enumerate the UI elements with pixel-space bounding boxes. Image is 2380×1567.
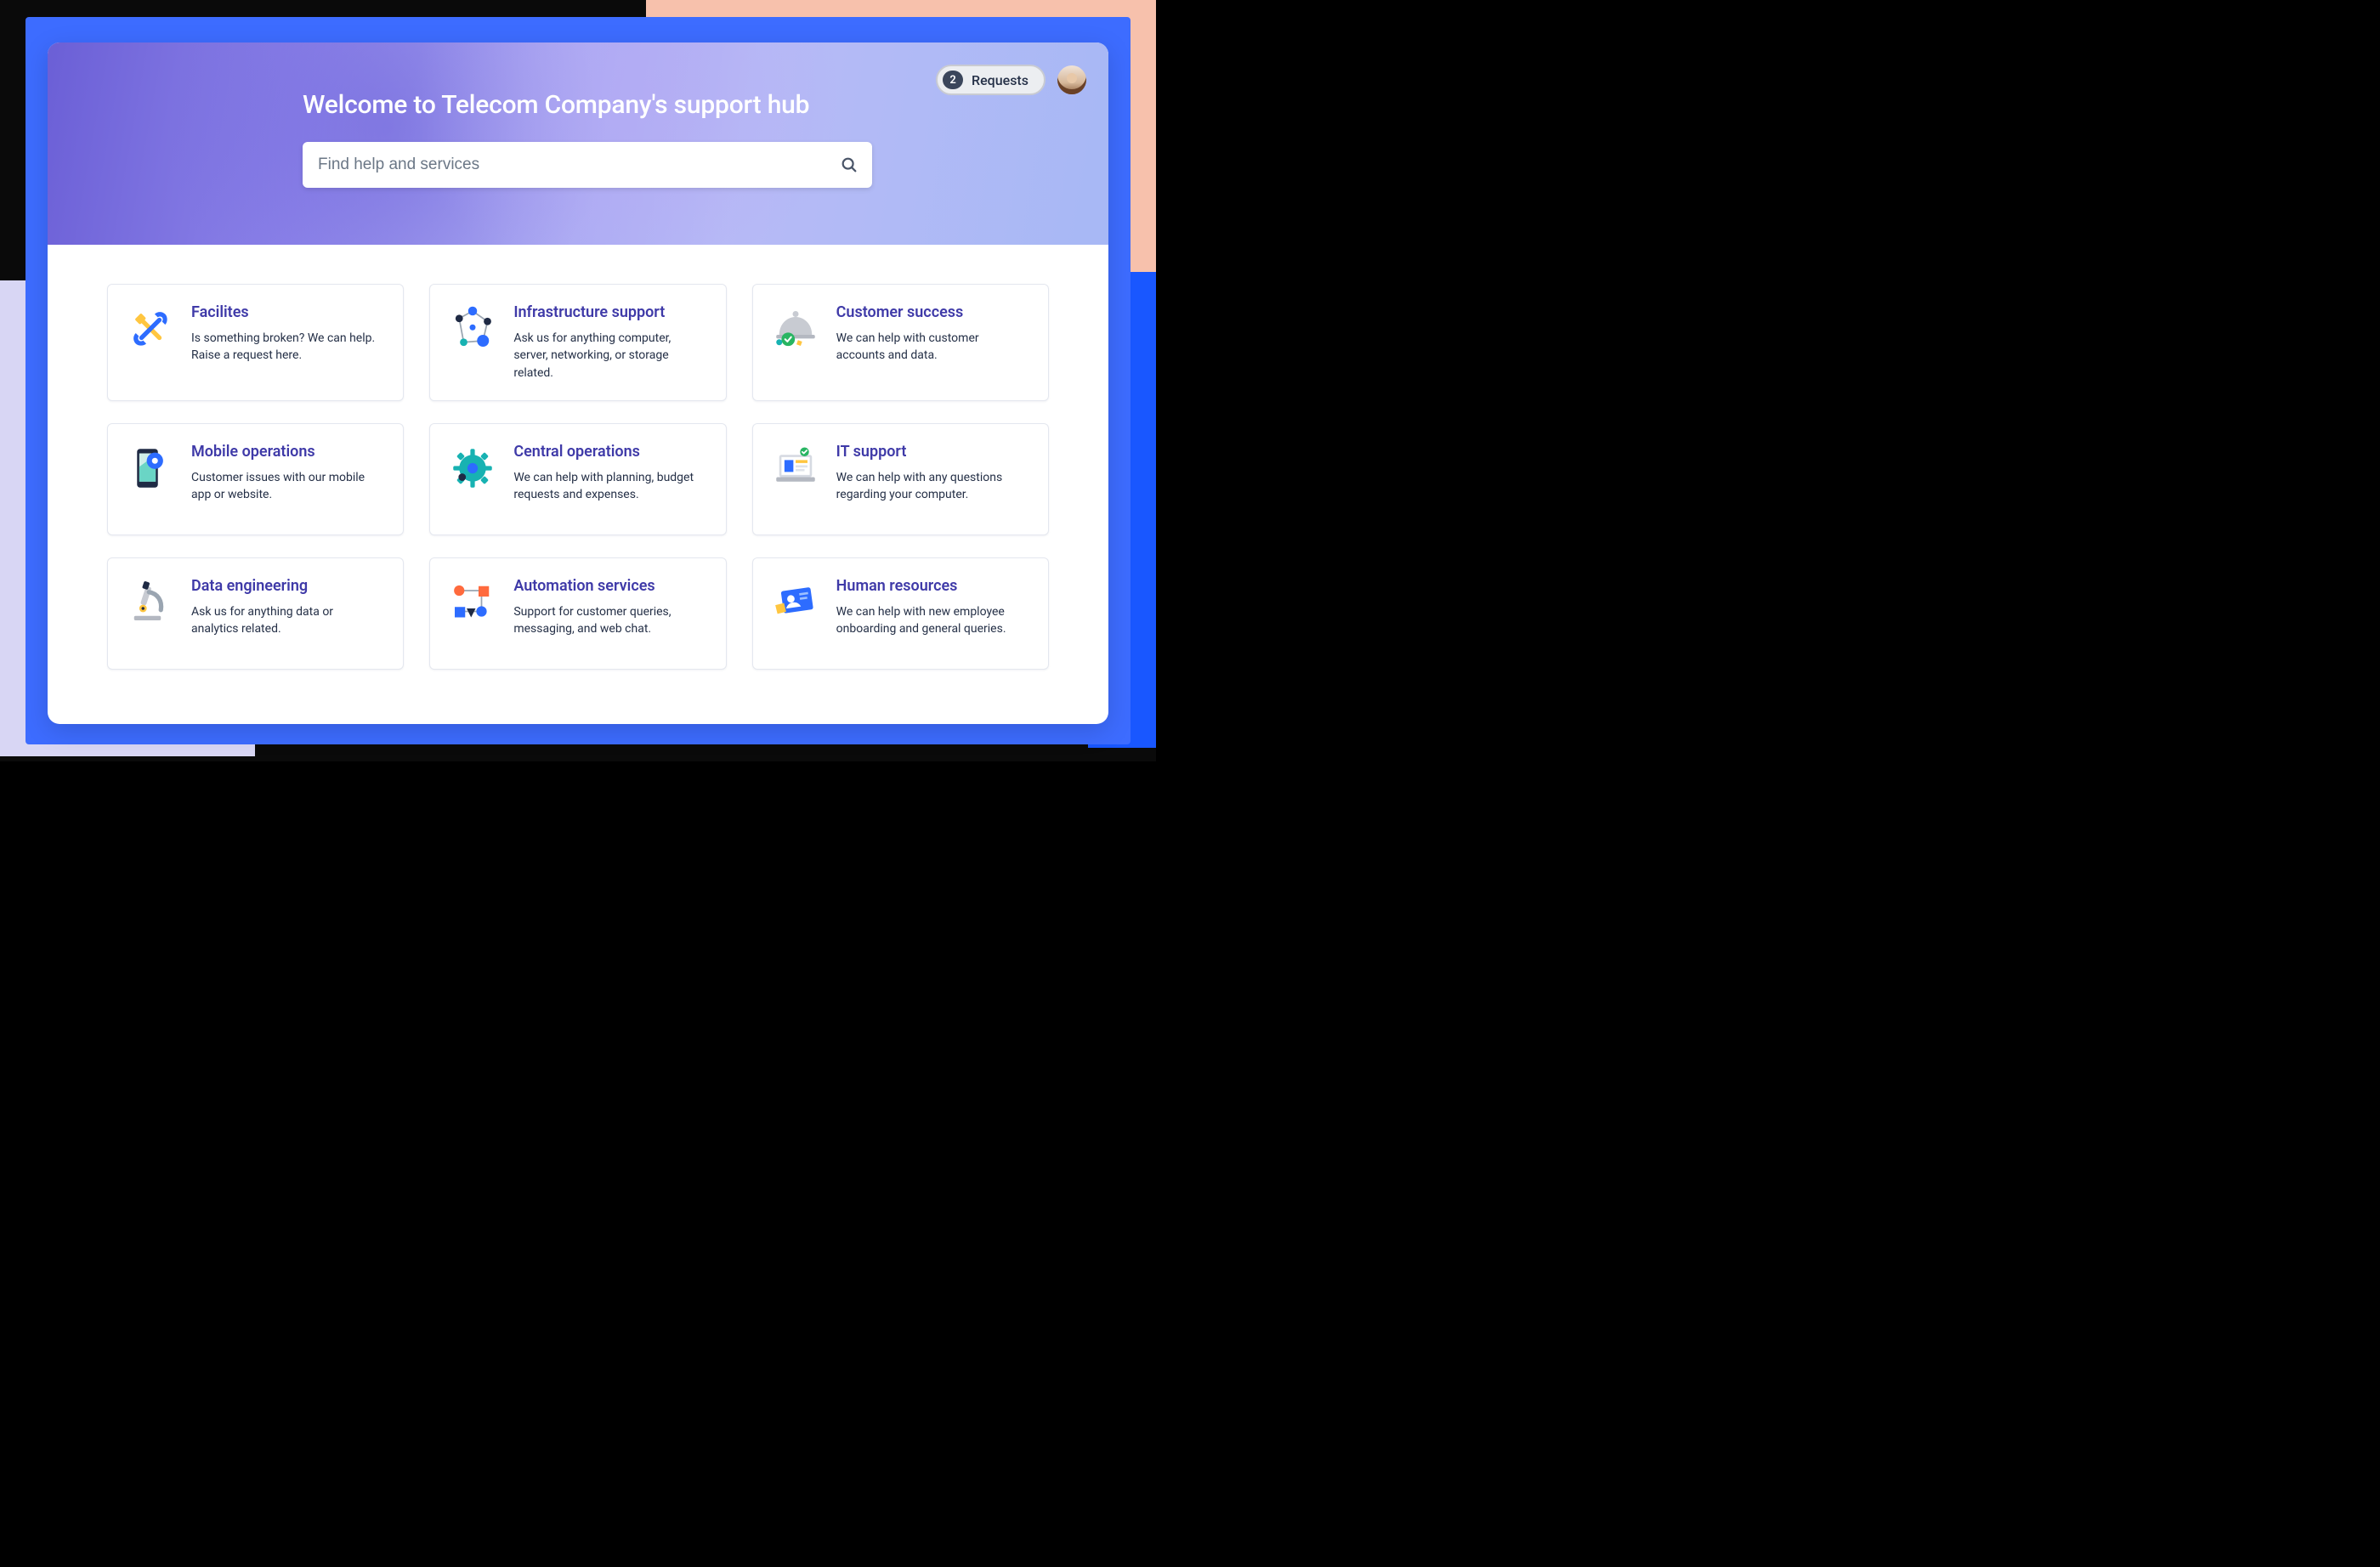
gear-icon <box>447 443 498 494</box>
search-wrap <box>303 142 872 188</box>
card-data-eng[interactable]: Data engineering Ask us for anything dat… <box>107 557 404 670</box>
card-title: Human resources <box>836 577 1023 595</box>
card-central-ops[interactable]: Central operations We can help with plan… <box>429 423 726 535</box>
card-infrastructure[interactable]: Infrastructure support Ask us for anythi… <box>429 284 726 401</box>
flow-icon <box>447 577 498 628</box>
card-desc: We can help with any questions regarding… <box>836 469 1023 504</box>
requests-label: Requests <box>972 72 1028 88</box>
hero-banner: 2 Requests Welcome to Telecom Company's … <box>48 42 1108 245</box>
stage: 2 Requests Welcome to Telecom Company's … <box>0 0 1156 761</box>
requests-button[interactable]: 2 Requests <box>936 65 1046 95</box>
card-title: Facilites <box>191 303 378 321</box>
card-desc: We can help with new employee onboarding… <box>836 603 1023 638</box>
card-customer-success[interactable]: Customer success We can help with custom… <box>752 284 1049 401</box>
card-title: IT support <box>836 443 1023 461</box>
requests-count-badge: 2 <box>943 71 963 89</box>
card-title: Mobile operations <box>191 443 378 461</box>
card-title: Automation services <box>513 577 700 595</box>
category-grid: Facilites Is something broken? We can he… <box>48 245 1108 704</box>
card-it-support[interactable]: IT support We can help with any question… <box>752 423 1049 535</box>
microscope-icon <box>125 577 176 628</box>
card-desc: We can help with planning, budget reques… <box>513 469 700 504</box>
card-desc: Is something broken? We can help. Raise … <box>191 330 378 365</box>
card-title: Data engineering <box>191 577 378 595</box>
card-desc: Support for customer queries, messaging,… <box>513 603 700 638</box>
app-window: 2 Requests Welcome to Telecom Company's … <box>48 42 1108 724</box>
card-title: Central operations <box>513 443 700 461</box>
header-actions: 2 Requests <box>936 65 1086 95</box>
phone-map-icon <box>125 443 176 494</box>
card-desc: Customer issues with our mobile app or w… <box>191 469 378 504</box>
laptop-icon <box>770 443 821 494</box>
search-icon[interactable] <box>840 156 858 174</box>
card-desc: Ask us for anything data or analytics re… <box>191 603 378 638</box>
card-title: Customer success <box>836 303 1023 321</box>
search-input[interactable] <box>303 142 872 188</box>
card-desc: We can help with customer accounts and d… <box>836 330 1023 365</box>
card-hr[interactable]: Human resources We can help with new emp… <box>752 557 1049 670</box>
cloche-icon <box>770 303 821 354</box>
card-automation[interactable]: Automation services Support for customer… <box>429 557 726 670</box>
card-facilities[interactable]: Facilites Is something broken? We can he… <box>107 284 404 401</box>
card-desc: Ask us for anything computer, server, ne… <box>513 330 700 382</box>
network-icon <box>447 303 498 354</box>
tools-icon <box>125 303 176 354</box>
id-card-icon <box>770 577 821 628</box>
card-title: Infrastructure support <box>513 303 700 321</box>
card-mobile-ops[interactable]: Mobile operations Customer issues with o… <box>107 423 404 535</box>
avatar[interactable] <box>1057 65 1086 94</box>
